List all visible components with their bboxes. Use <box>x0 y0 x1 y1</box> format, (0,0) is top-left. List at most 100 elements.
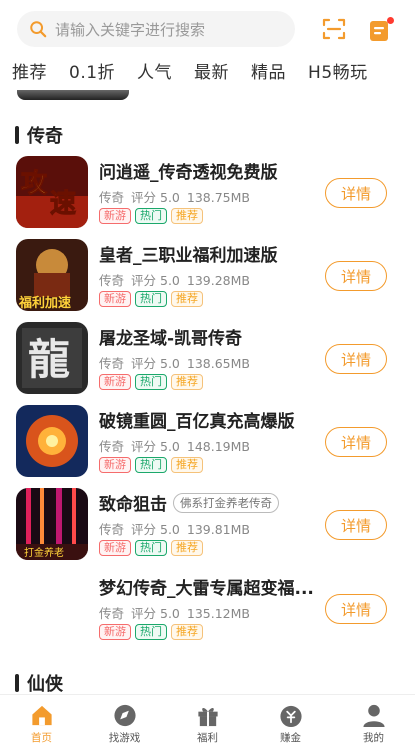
section-title: 传奇 <box>27 126 63 147</box>
game-size: 148.19MB <box>186 439 250 454</box>
game-badges: 新游 热门 推荐 <box>99 540 207 556</box>
badge-hot: 热门 <box>135 624 167 640</box>
svg-text:打金养老: 打金养老 <box>24 546 64 559</box>
game-row[interactable]: 梦幻传奇_大雷专属超变福... 传奇 评分 5.0 135.12MB 新游 热门 推… <box>0 572 415 652</box>
tab-newest[interactable]: 最新 <box>194 58 229 83</box>
game-name: 致命狙击 <box>99 495 167 515</box>
detail-button[interactable]: 详情 <box>325 261 387 291</box>
game-size: 139.28MB <box>186 273 250 288</box>
nav-label: 福利 <box>197 732 218 744</box>
tab-h5[interactable]: H5畅玩 <box>308 58 368 83</box>
game-rating: 评分 5.0 <box>131 522 180 537</box>
game-category: 传奇 <box>99 190 125 205</box>
section-accent-bar <box>15 126 19 144</box>
top-bar: 请输入关键字进行搜索 <box>0 0 415 50</box>
game-meta: 传奇 评分 5.0 148.19MB <box>99 436 257 455</box>
game-name: 屠龙圣域-凯哥传奇 <box>99 329 243 349</box>
download-manager-button[interactable] <box>368 15 394 43</box>
tab-featured[interactable]: 精品 <box>251 58 286 83</box>
game-meta: 传奇 评分 5.0 139.81MB <box>99 519 257 538</box>
game-meta: 传奇 评分 5.0 139.28MB <box>99 270 257 289</box>
game-description-tag: 佛系打金养老传奇 <box>173 492 279 513</box>
game-category: 传奇 <box>99 606 125 621</box>
search-input[interactable]: 请输入关键字进行搜索 <box>17 11 295 47</box>
game-name: 破镜重圆_百亿真充高爆版 <box>99 412 295 432</box>
nav-label: 首页 <box>31 732 52 744</box>
svg-text:福利加速: 福利加速 <box>18 295 71 311</box>
svg-text:龍: 龍 <box>28 335 70 384</box>
nav-label: 我的 <box>363 732 384 744</box>
game-badges: 新游 热门 推荐 <box>99 291 207 307</box>
tab-recommend[interactable]: 推荐 <box>12 58 47 83</box>
game-meta: 传奇 评分 5.0 138.75MB <box>99 187 257 206</box>
search-placeholder: 请输入关键字进行搜索 <box>55 20 206 39</box>
game-meta: 传奇 评分 5.0 138.65MB <box>99 353 257 372</box>
game-row[interactable]: 破镜重圆_百亿真充高爆版 传奇 评分 5.0 148.19MB 新游 热门 推荐 详… <box>0 405 415 485</box>
badge-new: 新游 <box>99 374 131 390</box>
detail-button[interactable]: 详情 <box>325 178 387 208</box>
search-icon <box>30 21 47 38</box>
badge-new: 新游 <box>99 540 131 556</box>
game-name: 问逍遥_传奇透视免费版 <box>99 163 278 183</box>
nav-label: 赚金 <box>280 732 301 744</box>
game-list-content[interactable]: 传奇 攻 速 问逍遥_传奇透视免费版 传奇 评分 5.0 138.75MB 新游 热… <box>0 88 415 694</box>
detail-button[interactable]: 详情 <box>325 510 387 540</box>
svg-text:速: 速 <box>50 189 76 219</box>
scan-icon[interactable] <box>322 17 346 41</box>
badge-new: 新游 <box>99 208 131 224</box>
nav-welfare[interactable]: 福利 <box>166 695 249 745</box>
detail-button[interactable]: 详情 <box>325 594 387 624</box>
notification-dot <box>387 17 394 24</box>
game-icon: 龍 <box>16 322 88 394</box>
badge-recommend: 推荐 <box>171 291 203 307</box>
game-row[interactable]: 攻 速 问逍遥_传奇透视免费版 传奇 评分 5.0 138.75MB 新游 热门 推… <box>0 156 415 236</box>
category-tabs: 推荐 0.1折 人气 最新 精品 H5畅玩 <box>0 52 415 88</box>
home-icon <box>31 705 52 726</box>
game-rating: 评分 5.0 <box>131 439 180 454</box>
game-category: 传奇 <box>99 273 125 288</box>
game-name-row: 梦幻传奇_大雷专属超变福... <box>99 574 314 599</box>
game-row[interactable]: 龍 屠龙圣域-凯哥传奇 传奇 评分 5.0 138.65MB 新游 热门 推荐 详情 <box>0 322 415 402</box>
badge-hot: 热门 <box>135 457 167 473</box>
game-size: 139.81MB <box>186 522 250 537</box>
game-row[interactable]: 打金养老 致命狙击 佛系打金养老传奇 传奇 评分 5.0 139.81MB 新游 热… <box>0 488 415 568</box>
tab-popular[interactable]: 人气 <box>137 58 172 83</box>
badge-recommend: 推荐 <box>171 457 203 473</box>
game-name-row: 致命狙击 佛系打金养老传奇 <box>99 490 279 515</box>
game-row[interactable]: 福利加速 皇者_三职业福利加速版 传奇 评分 5.0 139.28MB 新游 热门 … <box>0 239 415 319</box>
nav-home[interactable]: 首页 <box>0 695 83 745</box>
game-category: 传奇 <box>99 356 125 371</box>
nav-label: 找游戏 <box>108 732 141 744</box>
badge-hot: 热门 <box>135 540 167 556</box>
compass-icon <box>113 704 136 727</box>
section-header-xianxia: 仙侠 <box>15 670 63 694</box>
svg-text:攻: 攻 <box>21 169 48 199</box>
game-icon <box>16 405 88 477</box>
detail-button[interactable]: 详情 <box>325 344 387 374</box>
game-category: 传奇 <box>99 439 125 454</box>
nav-mine[interactable]: 我的 <box>332 695 415 745</box>
game-name: 梦幻传奇_大雷专属超变福... <box>99 579 314 599</box>
banner-card-bottom-edge <box>17 90 129 100</box>
gift-icon <box>197 708 218 727</box>
game-meta: 传奇 评分 5.0 135.12MB <box>99 603 257 622</box>
detail-button[interactable]: 详情 <box>325 427 387 457</box>
badge-new: 新游 <box>99 624 131 640</box>
game-size: 135.12MB <box>186 606 250 621</box>
game-name-row: 问逍遥_传奇透视免费版 <box>99 158 278 183</box>
game-category: 传奇 <box>99 522 125 537</box>
nav-find-games[interactable]: 找游戏 <box>83 695 166 745</box>
badge-new: 新游 <box>99 291 131 307</box>
nav-earn[interactable]: 赚金 <box>249 695 332 745</box>
game-name-row: 屠龙圣域-凯哥传奇 <box>99 324 242 349</box>
game-badges: 新游 热门 推荐 <box>99 374 207 390</box>
game-icon: 打金养老 <box>16 488 88 560</box>
tab-discount[interactable]: 0.1折 <box>69 58 115 83</box>
section-header-chuanqi: 传奇 <box>15 122 63 148</box>
badge-hot: 热门 <box>135 208 167 224</box>
game-size: 138.65MB <box>186 356 250 371</box>
game-icon: 福利加速 <box>16 239 88 311</box>
game-rating: 评分 5.0 <box>131 356 180 371</box>
section-accent-bar <box>15 674 19 692</box>
money-bag-icon <box>279 705 302 728</box>
